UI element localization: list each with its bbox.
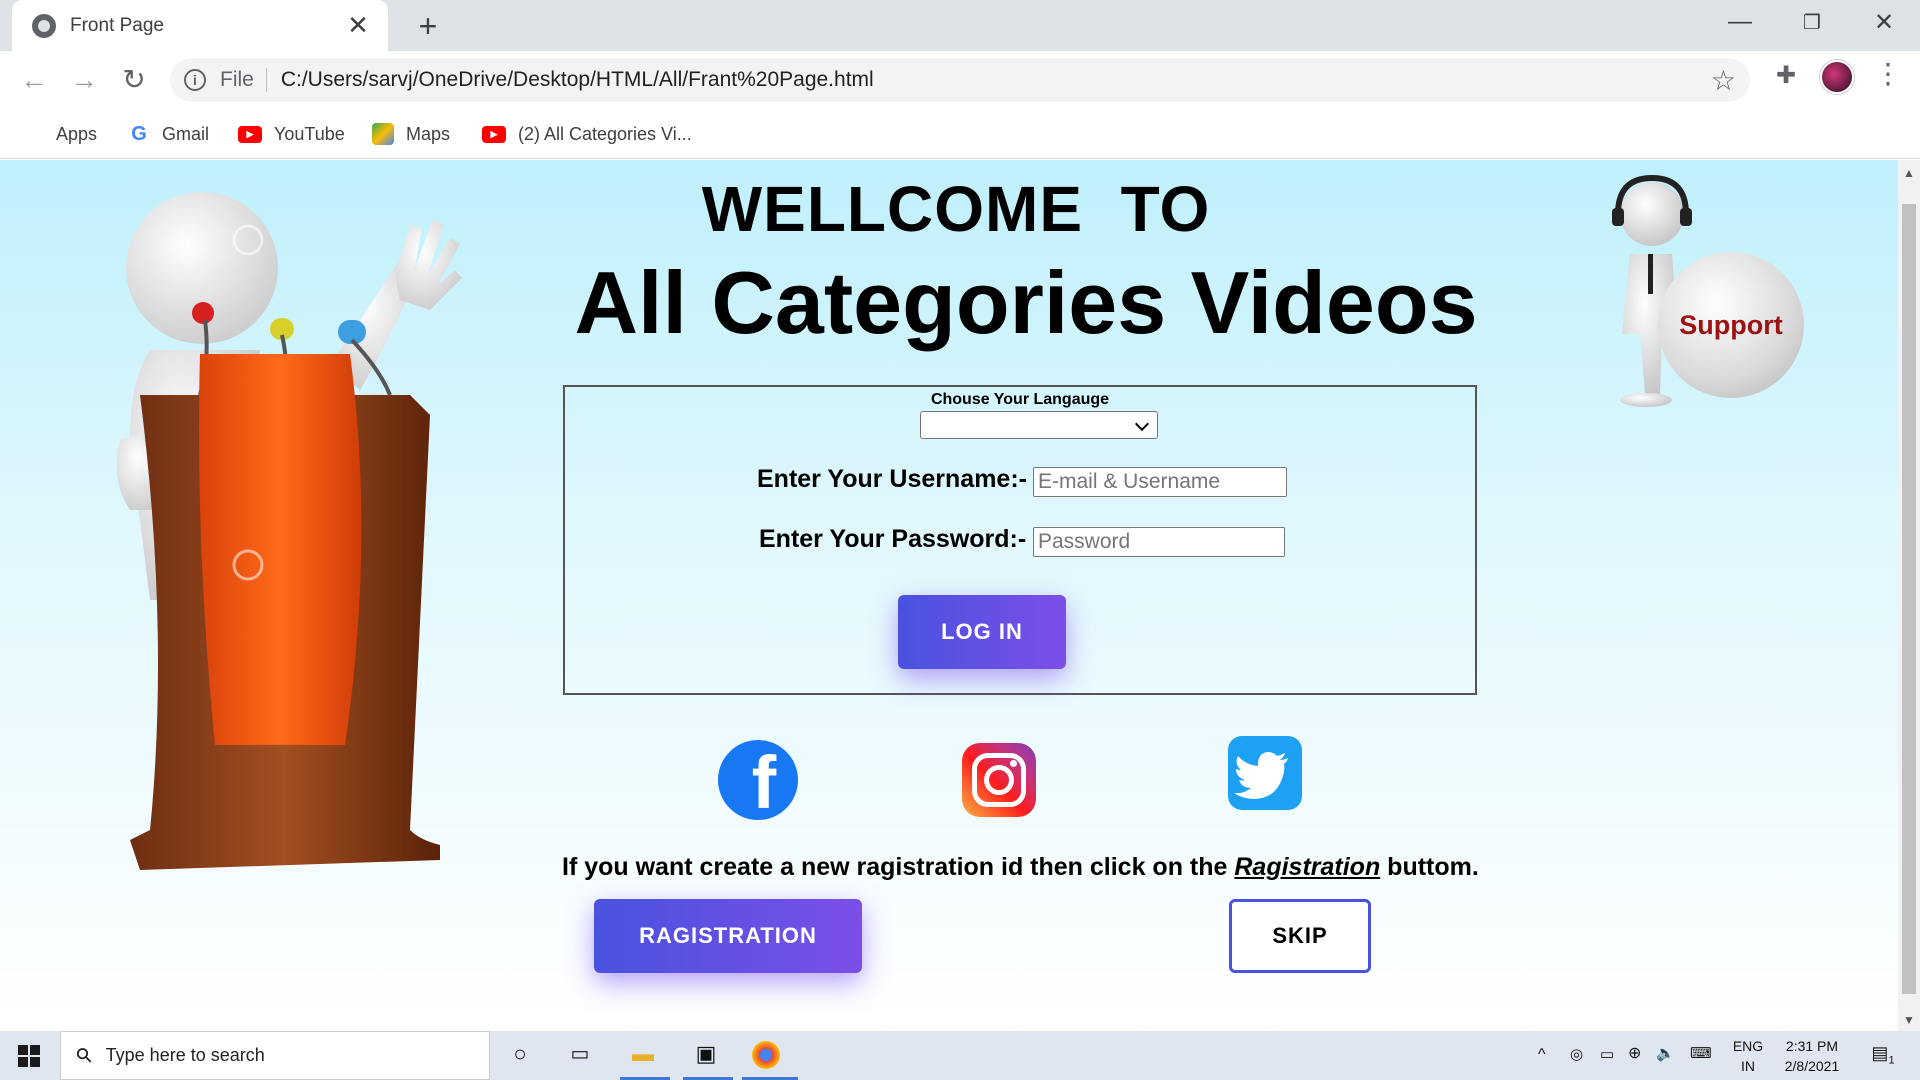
skip-button[interactable]: SKIP	[1229, 899, 1371, 973]
password-input[interactable]: Password	[1033, 527, 1285, 557]
url-text[interactable]: C:/Users/sarvj/OneDrive/Desktop/HTML/All…	[281, 68, 874, 92]
bookmark-label: Maps	[406, 123, 451, 144]
notification-icon[interactable]: ▤1	[1866, 1043, 1900, 1071]
bookmark-gmail[interactable]: G Gmail	[128, 119, 209, 149]
close-window-button[interactable]: ✕	[1864, 8, 1904, 37]
globe-network-icon[interactable]: ⊕	[1628, 1044, 1641, 1064]
back-button[interactable]: ←	[16, 63, 52, 97]
page-title: All Categories Videos	[574, 253, 1478, 352]
tray-chevron-icon[interactable]: ^	[1538, 1045, 1546, 1065]
registration-button[interactable]: RAGISTRATION	[594, 899, 862, 973]
bookmark-youtube[interactable]: ▶ YouTube	[238, 119, 345, 149]
welcome-heading: WELLCOME TO	[701, 173, 1211, 245]
taskbar-search-box[interactable]: ⚲ Type here to search	[60, 1031, 490, 1080]
bookmark-apps[interactable]: Apps	[22, 119, 97, 149]
login-button[interactable]: LOG IN	[898, 595, 1066, 669]
page-content: Support WELLCOME TO All Categories Video…	[0, 160, 1898, 1031]
omnibox[interactable]: i File C:/Users/sarvj/OneDrive/Desktop/H…	[170, 58, 1750, 102]
info-icon[interactable]: i	[184, 69, 206, 91]
clock-date: 2/8/2021	[1784, 1058, 1840, 1074]
file-label: File	[220, 68, 267, 92]
windows-taskbar: ⚲ Type here to search ○ ▭ ▬ ▣ ^ ◎ ▭ ⊕ 🔈 …	[0, 1031, 1920, 1080]
instagram-icon[interactable]	[962, 743, 1036, 817]
scroll-down-arrow-icon[interactable]: ▼	[1898, 1013, 1920, 1027]
bookmark-star-icon[interactable]: ☆	[1711, 64, 1736, 97]
password-label: Enter Your Password:-	[759, 525, 1027, 553]
reload-button[interactable]: ↻	[116, 63, 152, 97]
bookmark-label: Gmail	[162, 123, 210, 144]
twitter-icon[interactable]	[1228, 736, 1302, 810]
podium-figure-illustration	[116, 192, 462, 870]
address-bar-row: ← → ↻ i File C:/Users/sarvj/OneDrive/Des…	[0, 51, 1920, 109]
language-select[interactable]	[920, 411, 1158, 439]
keyboard-icon[interactable]: ⌨	[1690, 1044, 1712, 1064]
maps-icon	[372, 123, 394, 145]
globe-icon	[32, 13, 56, 38]
registration-link[interactable]: Ragistration	[1234, 853, 1380, 881]
tab-front-page[interactable]: Front Page ✕	[12, 0, 388, 51]
bookmarks-bar: Apps G Gmail ▶ YouTube Maps ▶ (2) All Ca…	[0, 109, 1920, 159]
restore-button[interactable]: ❐	[1792, 10, 1832, 35]
scrollbar-thumb[interactable]	[1902, 204, 1916, 994]
apps-grid-icon	[22, 123, 44, 145]
task-view-icon[interactable]: ▭	[565, 1041, 595, 1066]
file-explorer-icon[interactable]: ▬	[628, 1041, 658, 1067]
photos-icon[interactable]: ▣	[691, 1041, 721, 1067]
tab-strip: Front Page ✕ + — ❐ ✕	[0, 0, 1920, 51]
clock[interactable]: 2:31 PM 2/8/2021	[1776, 1036, 1848, 1076]
battery-icon[interactable]: ▭	[1600, 1045, 1614, 1065]
vertical-scrollbar[interactable]: ▲ ▼	[1898, 160, 1920, 1031]
new-tab-button[interactable]: +	[410, 9, 446, 43]
search-icon: ⚲	[71, 1042, 98, 1069]
youtube-icon: ▶	[238, 125, 262, 143]
support-label: Support	[1679, 309, 1783, 340]
tab-title: Front Page	[70, 14, 164, 36]
language-label: Chouse Your Langauge	[930, 391, 1110, 408]
network-icon[interactable]: ◎	[1570, 1045, 1583, 1065]
search-placeholder: Type here to search	[105, 1045, 265, 1065]
bookmark-label: YouTube	[274, 123, 345, 144]
login-form: Chouse Your Langauge Enter Your Username…	[563, 385, 1477, 695]
volume-icon[interactable]: 🔈	[1656, 1044, 1675, 1064]
google-icon: G	[131, 122, 147, 145]
close-tab-icon[interactable]: ✕	[344, 11, 372, 39]
username-input[interactable]: E-mail & Username	[1033, 467, 1287, 497]
bookmark-maps[interactable]: Maps	[372, 119, 450, 149]
registration-instruction: If you want create a new ragistration id…	[562, 853, 1479, 881]
forward-button[interactable]: →	[66, 63, 102, 97]
username-label: Enter Your Username:-	[757, 465, 1027, 493]
youtube-icon: ▶	[482, 125, 506, 143]
twitter-bird-icon	[1234, 752, 1288, 799]
profile-avatar[interactable]	[1820, 60, 1854, 94]
cortana-icon[interactable]: ○	[505, 1041, 535, 1067]
bookmark-label: Apps	[56, 123, 98, 144]
extensions-icon[interactable]: ✚	[1772, 61, 1800, 89]
language-indicator[interactable]: ENG IN	[1730, 1036, 1766, 1076]
minimize-button[interactable]: —	[1720, 8, 1760, 36]
chrome-icon[interactable]	[752, 1041, 780, 1069]
scroll-up-arrow-icon[interactable]: ▲	[1898, 166, 1920, 180]
bookmark-label: (2) All Categories Vi...	[518, 123, 692, 144]
bookmark-all-categories[interactable]: ▶ (2) All Categories Vi...	[482, 119, 692, 149]
support-button[interactable]: Support	[1658, 252, 1804, 398]
clock-time: 2:31 PM	[1785, 1038, 1839, 1054]
facebook-icon[interactable]: f	[718, 740, 798, 820]
windows-start-icon[interactable]	[18, 1045, 40, 1067]
menu-kebab-icon[interactable]: ⋮	[1874, 57, 1902, 90]
